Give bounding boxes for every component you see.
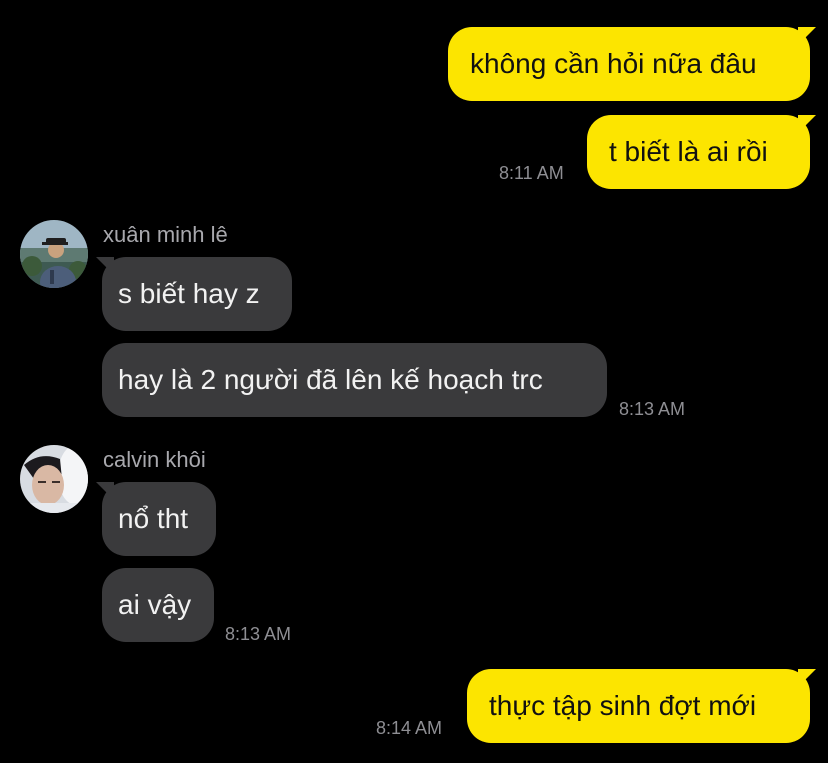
- message-text: ai vậy: [118, 589, 192, 620]
- message-timestamp: 8:13 AM: [619, 399, 686, 419]
- bubble-tail: [798, 669, 816, 687]
- incoming-message[interactable]: nổ tht: [96, 482, 216, 556]
- bubble-tail: [798, 27, 816, 45]
- outgoing-message[interactable]: không cần hỏi nữa đâu: [448, 27, 816, 101]
- outgoing-message[interactable]: thực tập sinh đợt mới: [467, 669, 816, 743]
- incoming-message[interactable]: s biết hay z: [96, 257, 292, 331]
- user-avatar-photo-icon: [20, 220, 88, 288]
- message-text: không cần hỏi nữa đâu: [470, 48, 757, 79]
- message-text: thực tập sinh đợt mới: [489, 690, 757, 721]
- avatar[interactable]: [20, 445, 88, 513]
- bubble-tail: [96, 482, 114, 500]
- incoming-message[interactable]: hay là 2 người đã lên kế hoạch trc: [102, 343, 607, 417]
- bubble-tail: [798, 115, 816, 133]
- message-timestamp: 8:14 AM: [376, 718, 443, 738]
- message-timestamp: 8:11 AM: [499, 163, 564, 183]
- bubble-tail: [96, 257, 114, 275]
- avatar[interactable]: [20, 220, 88, 288]
- outgoing-message[interactable]: t biết là ai rồi: [587, 115, 816, 189]
- chat-thread: không cần hỏi nữa đâu t biết là ai rồi 8…: [0, 0, 828, 763]
- message-timestamp: 8:13 AM: [225, 624, 292, 644]
- incoming-message[interactable]: ai vậy: [102, 568, 214, 642]
- message-text: t biết là ai rồi: [609, 136, 768, 167]
- sender-name: calvin khôi: [103, 447, 206, 472]
- user-avatar-photo-icon: [20, 445, 88, 513]
- message-text: nổ tht: [118, 503, 189, 534]
- sender-name: xuân minh lê: [103, 222, 228, 247]
- message-text: hay là 2 người đã lên kế hoạch trc: [118, 364, 543, 395]
- message-text: s biết hay z: [118, 278, 260, 309]
